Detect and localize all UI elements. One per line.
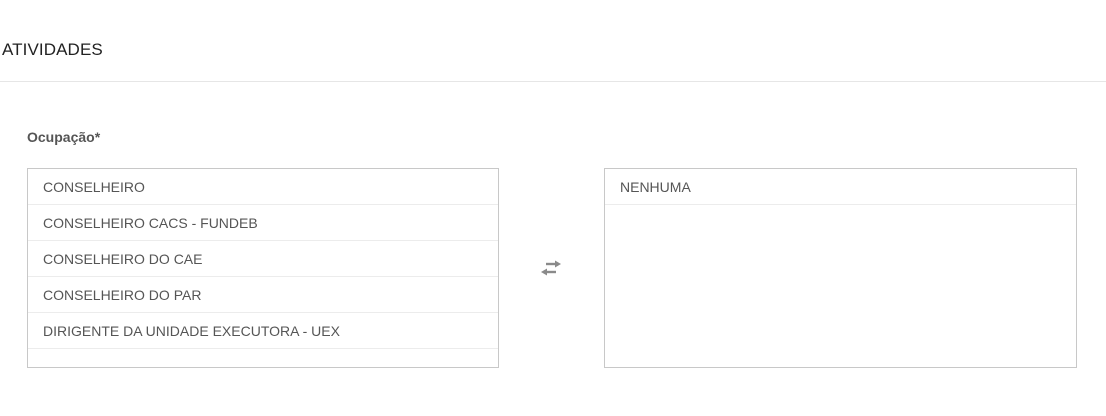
section-header: ATIVIDADES [0, 0, 1106, 82]
section-title: ATIVIDADES [2, 40, 103, 59]
list-item[interactable]: NENHUMA [605, 169, 1076, 205]
list-item[interactable]: CONSELHEIRO DO PAR [28, 277, 498, 313]
ocupacao-label: Ocupação* [27, 129, 101, 145]
selected-options-list[interactable]: NENHUMA [604, 168, 1077, 368]
list-item[interactable]: DIRIGENTE DA UNIDADE EXECUTORA - UEX [28, 313, 498, 349]
list-item[interactable]: CONSELHEIRO [28, 169, 498, 205]
list-item[interactable]: CONSELHEIRO CACS - FUNDEB [28, 205, 498, 241]
transfer-button[interactable] [538, 256, 564, 280]
exchange-arrows-icon [541, 260, 561, 276]
list-item[interactable]: CONSELHEIRO DO CAE [28, 241, 498, 277]
available-options-list[interactable]: CONSELHEIRO CONSELHEIRO CACS - FUNDEB CO… [27, 168, 499, 368]
